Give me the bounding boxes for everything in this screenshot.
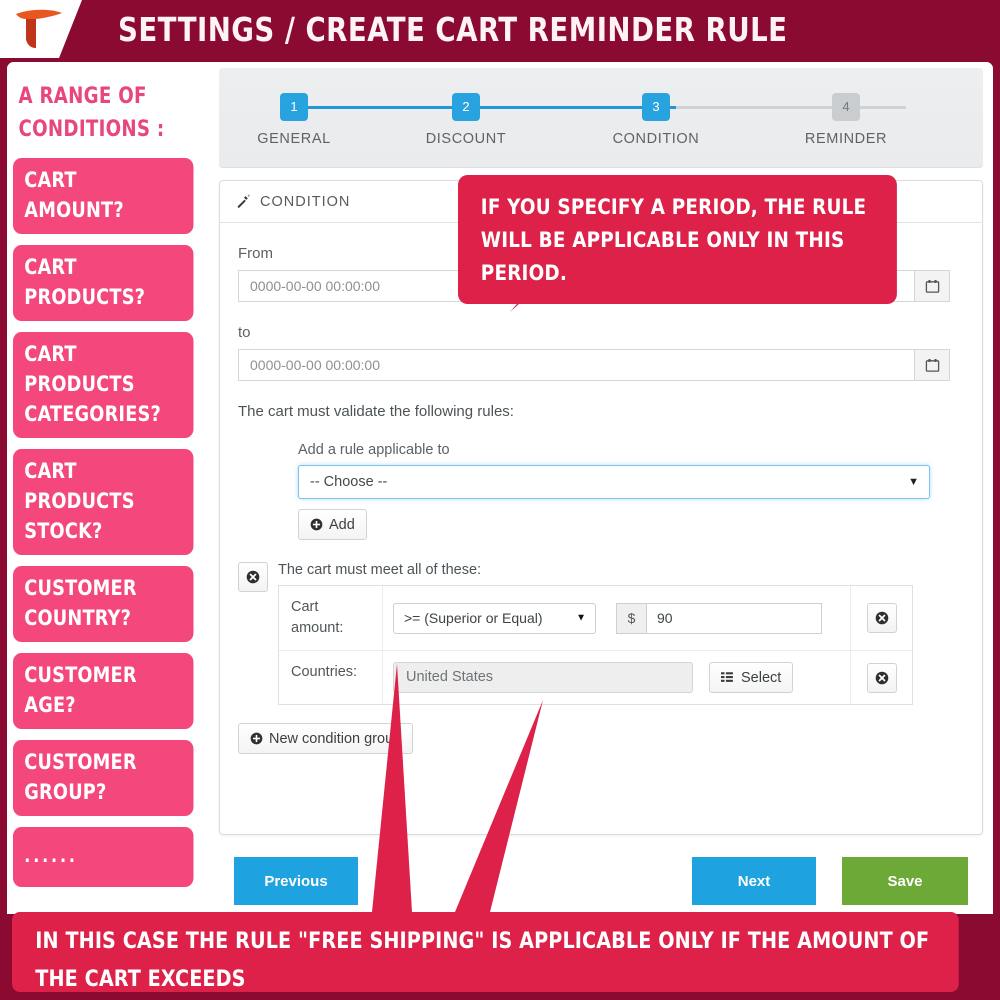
sidebar: A RANGE OF CONDITIONS : CART AMOUNT? CAR…	[7, 62, 213, 914]
condition-value: United States Select	[383, 651, 850, 704]
condition-key: Countries:	[279, 651, 383, 704]
condition-row-countries: Countries: United States Select	[279, 651, 912, 704]
step-condition[interactable]: 3 CONDITION	[596, 93, 716, 147]
condition-delete-cell	[850, 651, 912, 704]
sidebar-item-cart-products-categories[interactable]: CART PRODUCTS CATEGORIES?	[13, 332, 194, 438]
step-general[interactable]: 1 GENERAL	[234, 93, 354, 147]
condition-group-title: The cart must meet all of these:	[278, 562, 482, 578]
to-calendar-button[interactable]	[914, 349, 950, 381]
countries-input[interactable]: United States	[393, 662, 693, 693]
rules-note: The cart must validate the following rul…	[238, 403, 514, 420]
plus-circle-icon	[250, 732, 263, 745]
step-label: CONDITION	[612, 131, 700, 147]
sidebar-chip-list: CART AMOUNT? CART PRODUCTS? CART PRODUCT…	[13, 158, 205, 887]
currency-symbol: $	[616, 602, 646, 634]
delete-condition-cart-amount-button[interactable]	[866, 603, 897, 633]
condition-group: The cart must meet all of these: Cart am…	[238, 562, 964, 705]
wizard-stepper: 1 GENERAL 2 DISCOUNT 3 CONDITION 4 REMIN…	[219, 68, 983, 168]
condition-value: >= (Superior or Equal) ▼ $ 90	[383, 586, 850, 650]
step-number: 2	[452, 93, 480, 121]
cart-amount-operator-select[interactable]: >= (Superior or Equal) ▼	[393, 602, 596, 634]
rule-type-select-value: -- Choose --	[310, 474, 388, 490]
calendar-icon	[925, 279, 939, 293]
banner-line-1: IN THIS CASE THE RULE "FREE SHIPPING" IS…	[35, 929, 930, 992]
condition-panel-title: CONDITION	[260, 193, 351, 210]
magic-wand-icon	[237, 194, 250, 209]
to-field-row: 0000-00-00 00:00:00	[238, 349, 950, 381]
chevron-down-icon: ▼	[576, 612, 586, 624]
next-button[interactable]: Next	[692, 857, 816, 905]
page-root: SETTINGS / CREATE CART REMINDER RULE A R…	[0, 0, 1000, 1000]
new-condition-group-label: New condition group	[269, 730, 402, 747]
delete-condition-countries-button[interactable]	[866, 662, 897, 693]
condition-delete-cell	[850, 586, 912, 650]
cart-amount-input[interactable]: 90	[646, 602, 822, 634]
add-rule-section: Add a rule applicable to -- Choose -- ▼	[238, 442, 964, 540]
new-condition-group-button[interactable]: New condition group	[238, 723, 414, 754]
add-rule-button-label: Add	[329, 516, 355, 533]
wizard-footer: Previous Next Save	[212, 857, 982, 907]
sidebar-heading: A RANGE OF CONDITIONS :	[18, 84, 165, 142]
period-callout: IF YOU SPECIFY A PERIOD, THE RULE WILL B…	[458, 175, 897, 304]
sidebar-item-cart-products-stock[interactable]: CART PRODUCTS STOCK?	[13, 449, 194, 555]
add-rule-button[interactable]: Add	[298, 509, 367, 540]
cart-amount-operator-value: >= (Superior or Equal)	[404, 610, 543, 626]
sidebar-item-customer-age[interactable]: CUSTOMER AGE?	[13, 653, 194, 729]
step-discount[interactable]: 2 DISCOUNT	[406, 93, 526, 147]
step-label: REMINDER	[804, 131, 888, 147]
step-reminder[interactable]: 4 REMINDER	[786, 93, 906, 147]
sidebar-item-cart-products[interactable]: CART PRODUCTS?	[13, 245, 194, 321]
plus-circle-icon	[310, 518, 323, 531]
explanation-banner: IN THIS CASE THE RULE "FREE SHIPPING" IS…	[12, 912, 959, 992]
t-logo-icon	[16, 9, 62, 48]
delete-condition-group-button[interactable]	[238, 562, 268, 592]
countries-select-button[interactable]: Select	[709, 662, 794, 693]
remove-circle-icon	[246, 570, 260, 584]
step-number: 1	[280, 93, 308, 121]
page-title: SETTINGS / CREATE CART REMINDER RULE	[118, 10, 788, 49]
save-button[interactable]: Save	[842, 857, 968, 905]
list-icon	[721, 672, 733, 682]
app-header: SETTINGS / CREATE CART REMINDER RULE	[0, 0, 1000, 62]
rule-type-select[interactable]: -- Choose -- ▼	[298, 465, 930, 499]
to-label: to	[238, 324, 251, 341]
add-rule-label: Add a rule applicable to	[298, 442, 450, 458]
remove-circle-icon	[875, 611, 888, 625]
step-number: 4	[832, 93, 860, 121]
countries-select-button-label: Select	[741, 669, 782, 686]
chevron-down-icon: ▼	[908, 476, 919, 488]
condition-table: Cart amount: >= (Superior or Equal) ▼ $	[278, 585, 913, 705]
sidebar-item-customer-country[interactable]: CUSTOMER COUNTRY?	[13, 566, 194, 642]
from-calendar-button[interactable]	[914, 270, 950, 302]
step-label: GENERAL	[257, 131, 331, 147]
remove-circle-icon	[875, 671, 888, 684]
condition-row-cart-amount: Cart amount: >= (Superior or Equal) ▼ $	[279, 586, 912, 651]
step-number: 3	[642, 93, 670, 121]
calendar-icon	[925, 358, 939, 372]
condition-key: Cart amount:	[279, 586, 383, 650]
previous-button[interactable]: Previous	[234, 857, 358, 905]
sidebar-item-cart-amount[interactable]: CART AMOUNT?	[13, 158, 194, 234]
logo-tab	[0, 0, 82, 58]
sidebar-item-customer-group[interactable]: CUSTOMER GROUP?	[13, 740, 194, 816]
step-label: DISCOUNT	[425, 131, 507, 147]
condition-group-body: The cart must meet all of these: Cart am…	[278, 562, 913, 705]
to-date-input[interactable]: 0000-00-00 00:00:00	[238, 349, 914, 381]
cart-amount-money-field: $ 90	[616, 602, 822, 634]
sidebar-item-more[interactable]: ......	[13, 827, 194, 887]
